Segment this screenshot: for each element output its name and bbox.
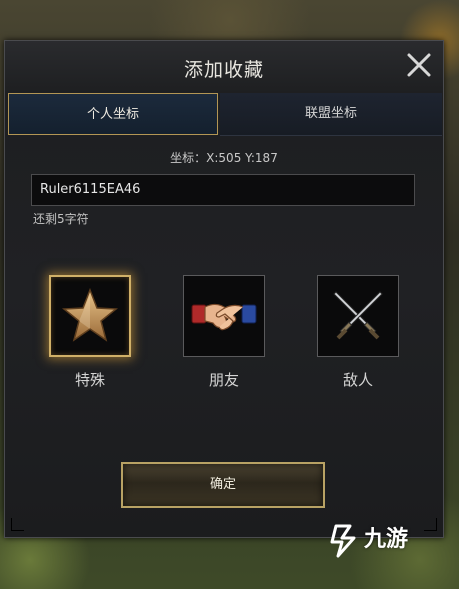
favorite-name-input[interactable]: Ruler6115EA46 (31, 174, 415, 206)
category-special-label: 特殊 (74, 371, 105, 389)
watermark: 九游 (330, 520, 440, 560)
category-enemy-button[interactable] (317, 275, 399, 357)
frame-corner-decoration (11, 518, 24, 531)
remaining-characters-text: 还剩5字符 (33, 212, 89, 226)
jiuyou-logo-icon (330, 524, 356, 558)
tab-personal-coordinates[interactable]: 个人坐标 (8, 93, 218, 135)
add-favorite-dialog: 添加收藏 个人坐标 联盟坐标 坐标：X:505 Y:187 Ruler6115E… (4, 40, 444, 538)
handshake-icon (191, 303, 257, 331)
coordinate-tabs: 个人坐标 联盟坐标 (8, 93, 442, 137)
category-friend-button[interactable] (183, 275, 265, 357)
watermark-text: 九游 (364, 527, 409, 552)
category-enemy-label: 敌人 (342, 371, 373, 389)
close-icon[interactable] (405, 51, 433, 79)
category-friend-label: 朋友 (208, 371, 239, 389)
confirm-button[interactable]: 确定 (121, 462, 325, 508)
category-special-button[interactable] (49, 275, 131, 357)
tab-alliance-coordinates[interactable]: 联盟坐标 (220, 93, 442, 136)
dialog-title-bar: 添加收藏 (5, 41, 443, 93)
coordinates-label: 坐标：X:505 Y:187 (170, 151, 278, 165)
star-icon (61, 287, 119, 342)
dialog-title: 添加收藏 (183, 59, 264, 81)
crossed-swords-icon (333, 291, 383, 340)
